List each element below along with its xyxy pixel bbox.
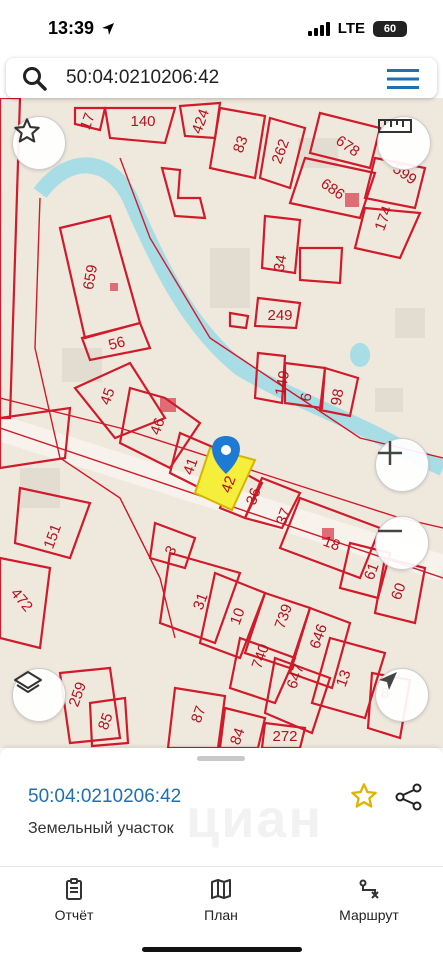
tab-report-label: Отчёт [54, 907, 94, 923]
search-input[interactable]: 50:04:0210206:42 [66, 67, 219, 89]
watermark: циан [186, 789, 324, 849]
layers-button[interactable] [12, 668, 66, 722]
status-time: 13:39 [48, 18, 95, 38]
svg-text:659: 659 [80, 263, 101, 291]
svg-text:424: 424 [189, 107, 214, 136]
cadastral-map[interactable]: 17 140 424 83 262 678 686 599 174 34 249… [0, 98, 443, 748]
navigation-arrow-icon [379, 672, 397, 690]
plus-icon [378, 441, 402, 465]
svg-text:151: 151 [41, 522, 66, 551]
search-icon[interactable] [22, 66, 48, 92]
pond [350, 343, 371, 367]
star-icon[interactable] [350, 782, 378, 810]
object-type: Земельный участок [28, 820, 174, 837]
my-location-button[interactable] [375, 668, 429, 722]
svg-text:85: 85 [95, 711, 117, 732]
home-indicator [142, 947, 302, 952]
svg-text:83: 83 [230, 134, 252, 155]
svg-text:686: 686 [317, 175, 347, 203]
svg-text:272: 272 [272, 728, 297, 745]
cadastral-number[interactable]: 50:04:0210206:42 [28, 786, 181, 808]
svg-text:34: 34 [271, 254, 291, 273]
tab-route-label: Маршрут [339, 907, 399, 923]
svg-text:739: 739 [272, 602, 297, 631]
svg-text:10: 10 [227, 606, 249, 627]
svg-text:45: 45 [97, 386, 119, 407]
map-icon [211, 879, 231, 899]
svg-text:472: 472 [7, 585, 36, 615]
share-icon[interactable] [394, 782, 424, 812]
bottom-tab-bar: Отчёт План Маршрут [0, 866, 443, 960]
zoom-out-button[interactable] [375, 516, 429, 570]
svg-text:98: 98 [328, 388, 348, 407]
svg-text:259: 259 [66, 680, 91, 709]
tab-plan[interactable]: План [166, 877, 276, 923]
svg-text:140: 140 [130, 113, 155, 130]
svg-text:61: 61 [361, 561, 383, 582]
svg-text:262: 262 [269, 137, 294, 166]
location-arrow-icon [102, 23, 114, 35]
status-bar: 13:39 LTE 60 [0, 0, 443, 58]
ruler-icon [378, 119, 412, 133]
route-icon [359, 879, 379, 899]
svg-text:84: 84 [227, 726, 249, 747]
search-bar[interactable]: 50:04:0210206:42 [6, 58, 437, 98]
network-type: LTE [337, 20, 365, 37]
tab-route[interactable]: Маршрут [314, 877, 424, 923]
tab-report[interactable]: Отчёт [19, 877, 129, 923]
zoom-in-button[interactable] [375, 438, 429, 492]
signal-icon [307, 21, 330, 36]
svg-text:87: 87 [188, 704, 210, 725]
status-indicators: LTE 60 [307, 20, 407, 37]
parcel-info-sheet[interactable]: циан 50:04:0210206:42 Земельный участок [0, 748, 443, 866]
layers-icon [14, 671, 42, 693]
svg-text:740: 740 [249, 642, 274, 671]
svg-text:3: 3 [162, 543, 181, 559]
svg-text:249: 249 [267, 307, 292, 324]
battery-indicator: 60 [373, 20, 407, 37]
favorite-map-button[interactable] [12, 116, 66, 170]
sheet-drag-handle[interactable] [197, 756, 245, 761]
menu-icon[interactable] [387, 69, 419, 89]
svg-text:6: 6 [297, 392, 315, 403]
map-canvas[interactable]: 17 140 424 83 262 678 686 599 174 34 249… [0, 98, 443, 748]
ruler-button[interactable] [377, 116, 431, 170]
star-outline-icon [14, 118, 40, 143]
report-icon [66, 878, 82, 900]
svg-text:60: 60 [388, 581, 410, 602]
tab-plan-label: План [204, 907, 238, 923]
svg-text:56: 56 [107, 333, 128, 354]
minus-icon [378, 529, 402, 533]
